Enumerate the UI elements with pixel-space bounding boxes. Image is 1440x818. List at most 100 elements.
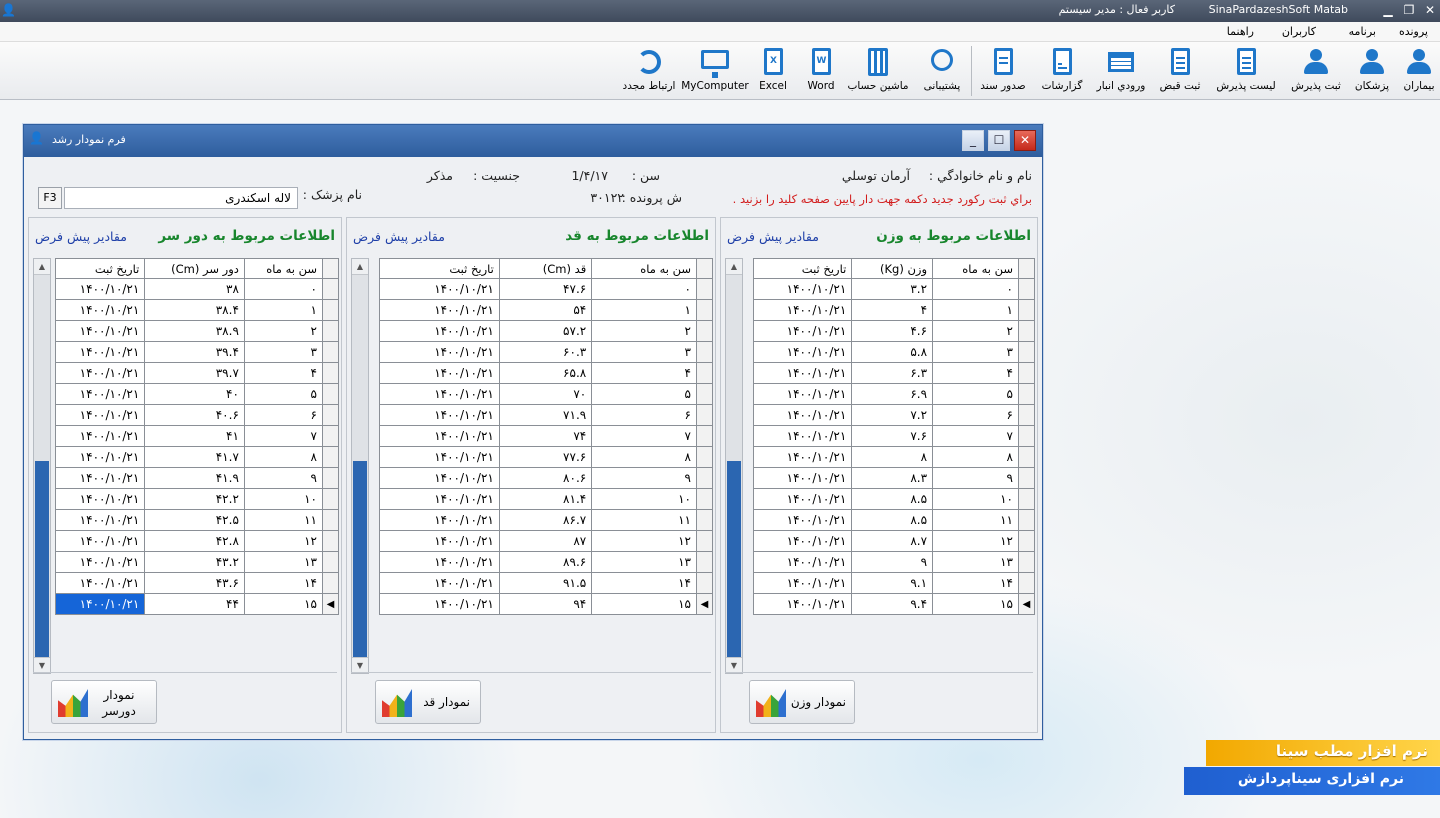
word-button[interactable]: W Word (802, 44, 840, 98)
height-default-values-link[interactable]: مقادير پيش فرض (353, 229, 445, 244)
head-col-value[interactable]: دور سر (Cm) (144, 258, 245, 279)
age-cell[interactable]: ۱۳ (243, 551, 324, 573)
age-cell[interactable]: ۹ (243, 467, 324, 489)
value-cell[interactable]: ۹۱.۵ (498, 572, 593, 594)
value-cell[interactable]: ۴ (851, 299, 934, 321)
reports-button[interactable]: گزارشات (1038, 44, 1086, 98)
warehouse-input-button[interactable]: ورودي انبار (1091, 44, 1151, 98)
date-cell[interactable]: ۱۴۰۰/۱۰/۲۱ (54, 299, 146, 321)
table-row[interactable]: ۱۴۰۰/۱۰/۲۱ ۴۲.۵ ۱۱ (54, 509, 339, 531)
table-row[interactable]: ۱۴۰۰/۱۰/۲۱ ۸۹.۶ ۱۳ (379, 551, 713, 573)
table-row[interactable]: ۱۴۰۰/۱۰/۲۱ ۵۴ ۱ (379, 299, 713, 321)
table-row[interactable]: ۱۴۰۰/۱۰/۲۱ ۹ ۱۳ (752, 551, 1035, 573)
date-cell[interactable]: ۱۴۰۰/۱۰/۲۱ (752, 362, 853, 384)
age-cell[interactable]: ۱۵ (932, 593, 1019, 615)
date-cell[interactable]: ۱۴۰۰/۱۰/۲۱ (379, 530, 500, 552)
table-row[interactable]: ۱۴۰۰/۱۰/۲۱ ۳۹.۷ ۴ (54, 362, 339, 384)
menu-file[interactable]: پرونده (1399, 25, 1428, 38)
age-cell[interactable]: ۱۱ (243, 509, 324, 531)
table-row[interactable]: ۱۴۰۰/۱۰/۲۱ ۶۰.۳ ۳ (379, 341, 713, 363)
doctors-button[interactable]: پزشکان (1350, 44, 1394, 98)
age-cell[interactable]: ۶ (932, 404, 1019, 426)
value-cell[interactable]: ۸۱.۴ (498, 488, 593, 510)
table-row[interactable]: ۱۴۰۰/۱۰/۲۱ ۸.۵ ۱۰ (752, 488, 1035, 510)
value-cell[interactable]: ۳۹.۷ (144, 362, 245, 384)
age-cell[interactable]: ۱۰ (932, 488, 1019, 510)
age-cell[interactable]: ۹ (591, 467, 697, 489)
head-col-date[interactable]: تاریخ ثبت (54, 258, 146, 279)
age-cell[interactable]: ۹ (932, 467, 1019, 489)
doctor-field[interactable] (64, 187, 298, 209)
age-cell[interactable]: ۲ (932, 320, 1019, 342)
date-cell[interactable]: ۱۴۰۰/۱۰/۲۱ (752, 509, 853, 531)
value-cell[interactable]: ۴۳.۲ (144, 551, 245, 573)
value-cell[interactable]: ۵.۸ (851, 341, 934, 363)
height-chart-button[interactable]: نمودار قد (375, 680, 481, 724)
table-row[interactable]: ۱۴۰۰/۱۰/۲۱ ۵.۸ ۳ (752, 341, 1035, 363)
age-cell[interactable]: ۸ (591, 446, 697, 468)
height-table[interactable]: تاریخ ثبت قد (Cm) سن به ماه ۱۴۰۰/۱۰/۲۱ ۴۷.۶ ۰… (379, 258, 713, 615)
age-cell[interactable]: ۰ (243, 278, 324, 300)
scroll-down-icon[interactable]: ▼ (352, 657, 368, 673)
age-cell[interactable]: ۴ (243, 362, 324, 384)
table-row[interactable]: ۱۴۰۰/۱۰/۲۱ ۴۷.۶ ۰ (379, 278, 713, 300)
value-cell[interactable]: ۴۱ (144, 425, 245, 447)
scroll-down-icon[interactable]: ▼ (34, 657, 50, 673)
age-cell[interactable]: ۷ (932, 425, 1019, 447)
date-cell[interactable]: ۱۴۰۰/۱۰/۲۱ (54, 530, 146, 552)
table-row[interactable]: ۱۴۰۰/۱۰/۲۱ ۴۲.۲ ۱۰ (54, 488, 339, 510)
table-row[interactable]: ۱۴۰۰/۱۰/۲۱ ۷۷.۶ ۸ (379, 446, 713, 468)
table-row[interactable]: ۱۴۰۰/۱۰/۲۱ ۶۵.۸ ۴ (379, 362, 713, 384)
date-cell[interactable]: ۱۴۰۰/۱۰/۲۱ (379, 299, 500, 321)
table-row[interactable]: ۱۴۰۰/۱۰/۲۱ ۸.۵ ۱۱ (752, 509, 1035, 531)
age-cell[interactable]: ۱۵ (243, 593, 324, 615)
date-cell[interactable]: ۱۴۰۰/۱۰/۲۱ (379, 593, 500, 615)
date-cell[interactable]: ۱۴۰۰/۱۰/۲۱ (379, 425, 500, 447)
patients-button[interactable]: بیماران (1400, 44, 1438, 98)
date-cell[interactable]: ۱۴۰۰/۱۰/۲۱ (752, 278, 853, 300)
form-maximize-button[interactable]: ☐ (988, 130, 1010, 151)
date-cell[interactable]: ۱۴۰۰/۱۰/۲۱ (379, 509, 500, 531)
table-row[interactable]: ۱۴۰۰/۱۰/۲۱ ۷.۶ ۷ (752, 425, 1035, 447)
value-cell[interactable]: ۷.۶ (851, 425, 934, 447)
date-cell[interactable]: ۱۴۰۰/۱۰/۲۱ (54, 320, 146, 342)
value-cell[interactable]: ۵۷.۲ (498, 320, 593, 342)
age-cell[interactable]: ۷ (243, 425, 324, 447)
weight-col-value[interactable]: وزن (Kg) (851, 258, 934, 279)
value-cell[interactable]: ۶.۳ (851, 362, 934, 384)
date-cell[interactable]: ۱۴۰۰/۱۰/۲۱ (379, 404, 500, 426)
date-cell[interactable]: ۱۴۰۰/۱۰/۲۱ (54, 446, 146, 468)
age-cell[interactable]: ۵ (243, 383, 324, 405)
age-cell[interactable]: ۶ (591, 404, 697, 426)
age-cell[interactable]: ۱۰ (243, 488, 324, 510)
support-button[interactable]: پشتیبانی (916, 44, 968, 98)
date-cell[interactable]: ۱۴۰۰/۱۰/۲۱ (379, 341, 500, 363)
value-cell[interactable]: ۹۴ (498, 593, 593, 615)
age-cell[interactable]: ۶ (243, 404, 324, 426)
age-cell[interactable]: ۱۴ (243, 572, 324, 594)
table-row[interactable]: ۱۴۰۰/۱۰/۲۱ ۴۱.۷ ۸ (54, 446, 339, 468)
table-row[interactable]: ۱۴۰۰/۱۰/۲۱ ۹۴ ۱۵ ◀ (379, 593, 713, 615)
age-cell[interactable]: ۱ (932, 299, 1019, 321)
age-cell[interactable]: ۳ (591, 341, 697, 363)
date-cell[interactable]: ۱۴۰۰/۱۰/۲۱ (54, 593, 146, 615)
register-admission-button[interactable]: ثبت پذیرش (1288, 44, 1344, 98)
age-cell[interactable]: ۳ (243, 341, 324, 363)
value-cell[interactable]: ۶۵.۸ (498, 362, 593, 384)
table-row[interactable]: ۱۴۰۰/۱۰/۲۱ ۷.۲ ۶ (752, 404, 1035, 426)
age-cell[interactable]: ۱۲ (243, 530, 324, 552)
age-cell[interactable]: ۱۰ (591, 488, 697, 510)
head-chart-button[interactable]: نمودار دورسر (51, 680, 157, 724)
value-cell[interactable]: ۳.۲ (851, 278, 934, 300)
date-cell[interactable]: ۱۴۰۰/۱۰/۲۱ (54, 509, 146, 531)
table-row[interactable]: ۱۴۰۰/۱۰/۲۱ ۴۰.۶ ۶ (54, 404, 339, 426)
table-row[interactable]: ۱۴۰۰/۱۰/۲۱ ۹.۴ ۱۵ ◀ (752, 593, 1035, 615)
date-cell[interactable]: ۱۴۰۰/۱۰/۲۱ (752, 320, 853, 342)
table-row[interactable]: ۱۴۰۰/۱۰/۲۱ ۶.۹ ۵ (752, 383, 1035, 405)
menu-help[interactable]: راهنما (1227, 25, 1254, 38)
table-row[interactable]: ۱۴۰۰/۱۰/۲۱ ۴۴ ۱۵ ◀ (54, 593, 339, 615)
value-cell[interactable]: ۴۲.۸ (144, 530, 245, 552)
table-row[interactable]: ۱۴۰۰/۱۰/۲۱ ۴.۶ ۲ (752, 320, 1035, 342)
age-cell[interactable]: ۴ (932, 362, 1019, 384)
date-cell[interactable]: ۱۴۰۰/۱۰/۲۱ (379, 572, 500, 594)
